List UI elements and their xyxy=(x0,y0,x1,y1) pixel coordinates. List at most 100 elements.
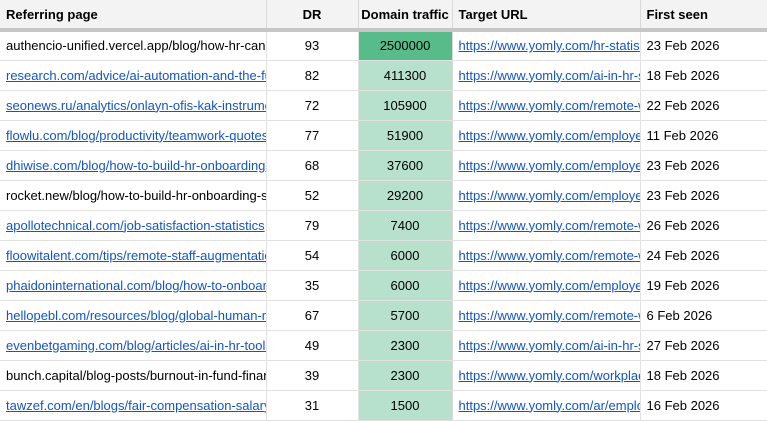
cell-dr[interactable]: 31 xyxy=(266,390,359,421)
cell-referring-page[interactable]: tawzef.com/en/blogs/fair-compensation-sa… xyxy=(0,390,267,421)
cell-first-seen[interactable]: 18 Feb 2026 xyxy=(640,360,767,391)
cell-first-seen[interactable]: 23 Feb 2026 xyxy=(640,180,767,211)
cell-domain-traffic[interactable]: 51900 xyxy=(358,120,453,151)
cell-referring-page[interactable]: dhiwise.com/blog/how-to-build-hr-onboard… xyxy=(0,150,267,181)
cell-domain-traffic[interactable]: 29200 xyxy=(358,180,453,211)
cell-first-seen[interactable]: 23 Feb 2026 xyxy=(640,150,767,181)
target-url-link[interactable]: https://www.yomly.com/ai-in-hr-statis xyxy=(459,338,640,353)
cell-dr[interactable]: 49 xyxy=(266,330,359,361)
cell-domain-traffic[interactable]: 6000 xyxy=(358,240,453,271)
referring-page-link[interactable]: floowitalent.com/tips/remote-staff-augme… xyxy=(6,248,265,263)
header-referring-page[interactable]: Referring page xyxy=(0,0,267,32)
cell-referring-page[interactable]: bunch.capital/blog-posts/burnout-in-fund… xyxy=(0,360,267,391)
cell-first-seen[interactable]: 26 Feb 2026 xyxy=(640,210,767,241)
cell-referring-page[interactable]: flowlu.com/blog/productivity/teamwork-qu… xyxy=(0,120,267,151)
cell-referring-page[interactable]: research.com/advice/ai-automation-and-th… xyxy=(0,60,267,91)
cell-dr[interactable]: 82 xyxy=(266,60,359,91)
cell-domain-traffic[interactable]: 2300 xyxy=(358,330,453,361)
cell-first-seen[interactable]: 27 Feb 2026 xyxy=(640,330,767,361)
target-url-link[interactable]: https://www.yomly.com/remote-work xyxy=(459,218,640,233)
table-row: dhiwise.com/blog/how-to-build-hr-onboard… xyxy=(0,150,767,181)
target-url-link[interactable]: https://www.yomly.com/remote-work xyxy=(459,98,640,113)
cell-referring-page[interactable]: floowitalent.com/tips/remote-staff-augme… xyxy=(0,240,267,271)
cell-domain-traffic[interactable]: 2300 xyxy=(358,360,453,391)
header-domain-traffic[interactable]: Domain traffic xyxy=(358,0,453,32)
referring-page-link[interactable]: dhiwise.com/blog/how-to-build-hr-onboard… xyxy=(6,158,265,173)
header-row: Referring page DR Domain traffic Target … xyxy=(0,0,767,32)
cell-target-url[interactable]: https://www.yomly.com/employee-re xyxy=(452,120,641,151)
cell-domain-traffic[interactable]: 7400 xyxy=(358,210,453,241)
cell-referring-page[interactable]: authencio-unified.vercel.app/blog/how-hr… xyxy=(0,30,267,61)
cell-dr[interactable]: 52 xyxy=(266,180,359,211)
cell-target-url[interactable]: https://www.yomly.com/employee-or xyxy=(452,270,641,301)
header-first-seen[interactable]: First seen xyxy=(640,0,767,32)
target-url-link[interactable]: https://www.yomly.com/remote-work xyxy=(459,248,640,263)
referring-page-link[interactable]: seonews.ru/analytics/onlayn-ofis-kak-ins… xyxy=(6,98,265,113)
cell-target-url[interactable]: https://www.yomly.com/remote-work xyxy=(452,300,641,331)
cell-target-url[interactable]: https://www.yomly.com/employee-or xyxy=(452,150,641,181)
cell-target-url[interactable]: https://www.yomly.com/remote-work xyxy=(452,240,641,271)
referring-page-link[interactable]: research.com/advice/ai-automation-and-th… xyxy=(6,68,265,83)
table-row: flowlu.com/blog/productivity/teamwork-qu… xyxy=(0,120,767,151)
cell-first-seen[interactable]: 19 Feb 2026 xyxy=(640,270,767,301)
referring-page-link[interactable]: hellopebl.com/resources/blog/global-huma… xyxy=(6,308,265,323)
target-url-link[interactable]: https://www.yomly.com/hr-statistics/ xyxy=(459,38,640,53)
cell-referring-page[interactable]: seonews.ru/analytics/onlayn-ofis-kak-ins… xyxy=(0,90,267,121)
cell-dr[interactable]: 79 xyxy=(266,210,359,241)
table-row: evenbetgaming.com/blog/articles/ai-in-hr… xyxy=(0,330,767,361)
cell-target-url[interactable]: https://www.yomly.com/workplace-m xyxy=(452,360,641,391)
cell-domain-traffic[interactable]: 105900 xyxy=(358,90,453,121)
target-url-link[interactable]: https://www.yomly.com/workplace-m xyxy=(459,368,640,383)
target-url-link[interactable]: https://www.yomly.com/employee-or xyxy=(459,188,640,203)
cell-referring-page[interactable]: hellopebl.com/resources/blog/global-huma… xyxy=(0,300,267,331)
cell-domain-traffic[interactable]: 6000 xyxy=(358,270,453,301)
target-url-link[interactable]: https://www.yomly.com/ai-in-hr-statis xyxy=(459,68,640,83)
cell-first-seen[interactable]: 18 Feb 2026 xyxy=(640,60,767,91)
cell-referring-page[interactable]: apollotechnical.com/job-satisfaction-sta… xyxy=(0,210,267,241)
cell-target-url[interactable]: https://www.yomly.com/ai-in-hr-statis xyxy=(452,330,641,361)
cell-dr[interactable]: 68 xyxy=(266,150,359,181)
cell-dr[interactable]: 67 xyxy=(266,300,359,331)
referring-page-link[interactable]: apollotechnical.com/job-satisfaction-sta… xyxy=(6,218,265,233)
table-row: hellopebl.com/resources/blog/global-huma… xyxy=(0,300,767,331)
target-url-link[interactable]: https://www.yomly.com/employee-or xyxy=(459,278,640,293)
referring-page-link[interactable]: flowlu.com/blog/productivity/teamwork-qu… xyxy=(6,128,265,143)
cell-first-seen[interactable]: 22 Feb 2026 xyxy=(640,90,767,121)
cell-domain-traffic[interactable]: 411300 xyxy=(358,60,453,91)
cell-first-seen[interactable]: 23 Feb 2026 xyxy=(640,30,767,61)
target-url-link[interactable]: https://www.yomly.com/employee-re xyxy=(459,128,640,143)
cell-target-url[interactable]: https://www.yomly.com/employee-or xyxy=(452,180,641,211)
referring-page-link[interactable]: phaidoninternational.com/blog/how-to-onb… xyxy=(6,278,265,293)
header-dr[interactable]: DR xyxy=(266,0,359,32)
cell-target-url[interactable]: https://www.yomly.com/ar/employee xyxy=(452,390,641,421)
cell-target-url[interactable]: https://www.yomly.com/hr-statistics/ xyxy=(452,30,641,61)
cell-dr[interactable]: 54 xyxy=(266,240,359,271)
cell-target-url[interactable]: https://www.yomly.com/ai-in-hr-statis xyxy=(452,60,641,91)
cell-first-seen[interactable]: 16 Feb 2026 xyxy=(640,390,767,421)
cell-first-seen[interactable]: 11 Feb 2026 xyxy=(640,120,767,151)
referring-page-link[interactable]: tawzef.com/en/blogs/fair-compensation-sa… xyxy=(6,398,265,413)
target-url-link[interactable]: https://www.yomly.com/employee-or xyxy=(459,158,640,173)
referring-page-link[interactable]: evenbetgaming.com/blog/articles/ai-in-hr… xyxy=(6,338,265,353)
table-row: authencio-unified.vercel.app/blog/how-hr… xyxy=(0,30,767,61)
cell-dr[interactable]: 72 xyxy=(266,90,359,121)
cell-dr[interactable]: 77 xyxy=(266,120,359,151)
cell-target-url[interactable]: https://www.yomly.com/remote-work xyxy=(452,210,641,241)
cell-domain-traffic[interactable]: 5700 xyxy=(358,300,453,331)
cell-dr[interactable]: 93 xyxy=(266,30,359,61)
cell-referring-page[interactable]: rocket.new/blog/how-to-build-hr-onboardi… xyxy=(0,180,267,211)
cell-dr[interactable]: 39 xyxy=(266,360,359,391)
target-url-link[interactable]: https://www.yomly.com/remote-work xyxy=(459,308,640,323)
cell-referring-page[interactable]: evenbetgaming.com/blog/articles/ai-in-hr… xyxy=(0,330,267,361)
table-body: authencio-unified.vercel.app/blog/how-hr… xyxy=(0,30,767,421)
cell-dr[interactable]: 35 xyxy=(266,270,359,301)
cell-first-seen[interactable]: 24 Feb 2026 xyxy=(640,240,767,271)
cell-domain-traffic[interactable]: 37600 xyxy=(358,150,453,181)
target-url-link[interactable]: https://www.yomly.com/ar/employee xyxy=(459,398,640,413)
cell-domain-traffic[interactable]: 1500 xyxy=(358,390,453,421)
cell-referring-page[interactable]: phaidoninternational.com/blog/how-to-onb… xyxy=(0,270,267,301)
cell-domain-traffic[interactable]: 2500000 xyxy=(358,30,453,61)
cell-target-url[interactable]: https://www.yomly.com/remote-work xyxy=(452,90,641,121)
cell-first-seen[interactable]: 6 Feb 2026 xyxy=(640,300,767,331)
header-target-url[interactable]: Target URL xyxy=(452,0,641,32)
